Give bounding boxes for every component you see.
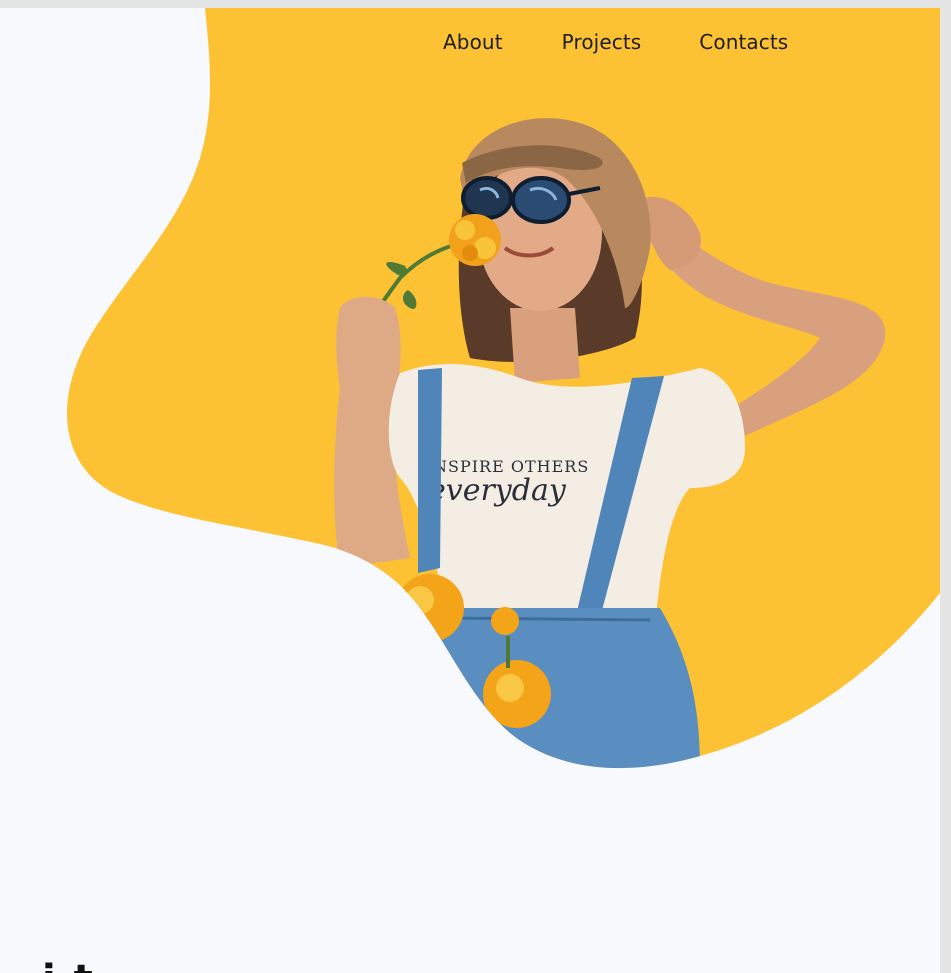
overall-strap-left: [418, 368, 442, 573]
nav-link-projects[interactable]: Projects: [562, 28, 642, 56]
page-scrollbar[interactable]: [940, 8, 951, 973]
nav-link-about[interactable]: About: [443, 28, 503, 56]
section-heading-partial: i t: [42, 960, 95, 973]
browser-top-strip: [0, 0, 951, 8]
main-navigation: About Projects Contacts: [443, 28, 788, 56]
marigold-flower: [449, 214, 501, 266]
woman-figure: NSPIRE OTHERS everyday: [334, 118, 886, 768]
nav-link-contacts[interactable]: Contacts: [699, 28, 788, 56]
page-viewport: NSPIRE OTHERS everyday About Projects Co…: [0, 8, 940, 973]
shirt-text-line2: everyday: [428, 473, 567, 508]
hero-photo: NSPIRE OTHERS everyday: [334, 118, 886, 768]
denim-overall: [420, 608, 700, 768]
